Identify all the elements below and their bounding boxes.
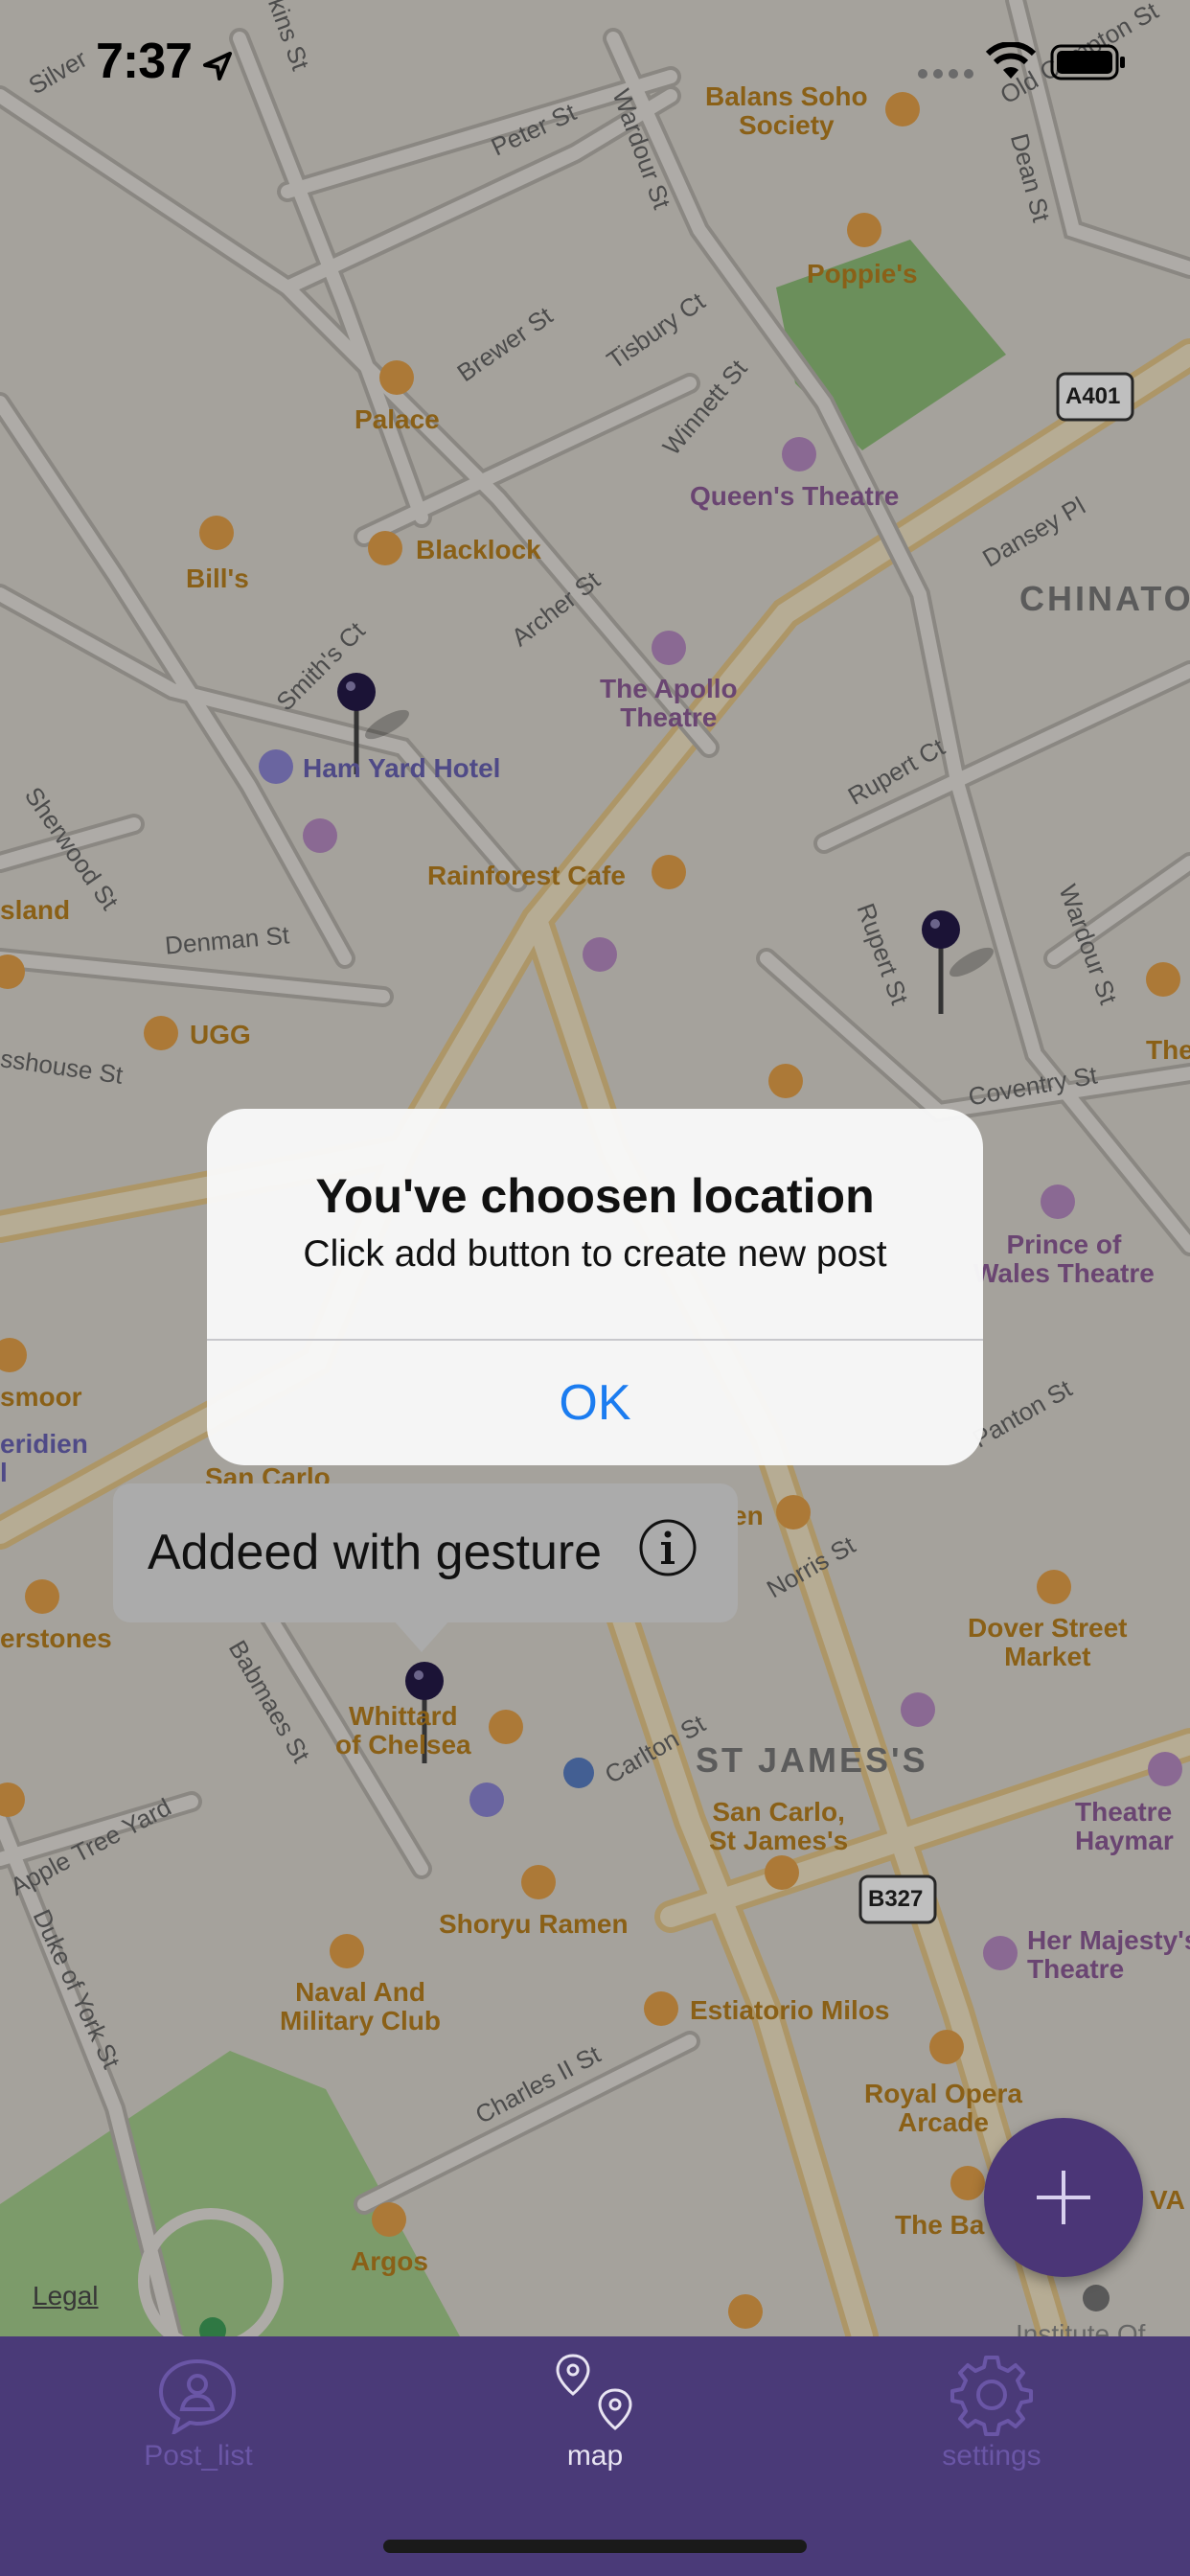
person-bubble-icon	[158, 2358, 237, 2434]
poi-label: Argos	[351, 2246, 428, 2276]
location-arrow-icon	[203, 52, 232, 80]
road-shield-label: B327	[868, 1886, 924, 1912]
legal-link[interactable]: Legal	[33, 2281, 99, 2312]
tab-label: map	[566, 2440, 624, 2472]
home-indicator	[383, 2540, 807, 2553]
road-shield-label: A401	[1065, 383, 1121, 409]
poi-label: Rainforest Cafe	[427, 861, 626, 890]
poi-label: Shoryu Ramen	[439, 1909, 629, 1939]
add-post-button[interactable]	[984, 2118, 1143, 2277]
location-alert-dialog: You've choosen location Click add button…	[207, 1109, 983, 1465]
callout-pointer	[393, 1620, 450, 1652]
tab-label: settings	[942, 2440, 1041, 2472]
poi-label: The Apollo Theatre	[600, 674, 738, 732]
poi-label: Whittard of Chelsea	[335, 1701, 471, 1760]
poi-label: smoor	[0, 1382, 82, 1412]
tab-settings[interactable]: settings	[793, 2336, 1190, 2528]
area-label: CHINATO	[1019, 579, 1190, 618]
map-annotation-callout[interactable]: Addeed with gesture	[113, 1484, 738, 1622]
gear-icon	[950, 2356, 1033, 2436]
callout-title: Addeed with gesture	[148, 1525, 603, 1580]
poi-label: The Ba	[895, 2210, 985, 2240]
plus-icon	[1037, 2171, 1090, 2224]
status-bar: 7:37	[0, 0, 1190, 134]
poi-label: Blacklock	[416, 535, 541, 564]
area-label: ST JAMES'S	[696, 1740, 928, 1780]
poi-label: eridien l	[0, 1429, 88, 1487]
poi-label: VA	[1150, 2185, 1185, 2215]
signal-dots-icon	[918, 69, 975, 80]
poi-label: Theatre Haymar	[1075, 1797, 1174, 1855]
alert-title: You've choosen location	[315, 1169, 875, 1223]
poi-label: Palace	[355, 404, 440, 434]
poi-label: Bill's	[186, 564, 249, 593]
alert-ok-button[interactable]: OK	[207, 1341, 983, 1465]
poi-label: Dover Street Market	[968, 1613, 1128, 1671]
poi-label: erstones	[0, 1623, 112, 1653]
poi-label: The	[1146, 1035, 1190, 1065]
poi-label: Royal Opera Arcade	[864, 2079, 1022, 2137]
battery-icon	[1050, 44, 1125, 80]
alert-message: Click add button to create new post	[303, 1233, 887, 1275]
wifi-icon	[985, 42, 1037, 79]
tab-post-list[interactable]: Post_list	[0, 2336, 397, 2528]
poi-label: Estiatorio Milos	[690, 1995, 890, 2025]
poi-label: UGG	[190, 1020, 251, 1049]
tab-map[interactable]: map	[397, 2336, 793, 2528]
status-time: 7:37	[96, 34, 193, 89]
screen: Balans Soho Society Poppie's Palace Quee…	[0, 0, 1190, 2576]
poi-label: Ham Yard Hotel	[303, 753, 501, 783]
map-pins-icon	[556, 2354, 632, 2430]
info-icon[interactable]	[638, 1518, 698, 1577]
poi-label: sland	[0, 895, 71, 925]
tab-label: Post_list	[144, 2440, 253, 2472]
poi-label: Naval And Military Club	[280, 1977, 442, 2036]
poi-label: Poppie's	[807, 259, 918, 288]
poi-label: Prince of Wales Theatre	[973, 1230, 1155, 1288]
poi-label: San Carlo, St James's	[709, 1797, 849, 1855]
poi-label: Her Majesty's Theatre	[1027, 1925, 1190, 1984]
poi-label: Queen's Theatre	[690, 481, 900, 511]
